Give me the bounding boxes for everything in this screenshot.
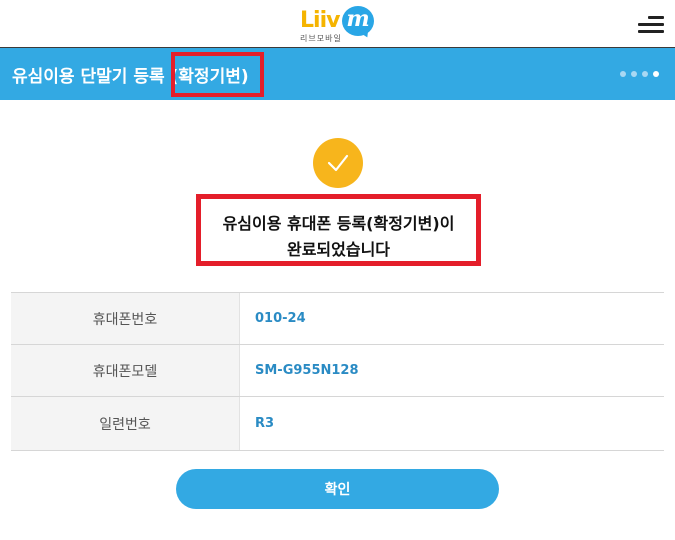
logo-wordmark: Liiv [300,8,341,33]
check-icon [327,154,349,172]
hamburger-menu-icon[interactable] [638,14,664,36]
logo-word-part1: Li [300,8,321,33]
logo-subtitle: 리브모바일 [300,34,342,43]
confirm-button[interactable]: 확인 [176,469,499,509]
row-value: SM-G955N128 [255,363,359,378]
completion-message-line1: 유심이용 휴대폰 등록(확정기변)이 [222,214,455,233]
liiv-m-logo[interactable]: Liiv m 리브모바일 [298,6,378,43]
step-dot [642,71,648,77]
table-row-serial-number: 일련번호 R3 [11,397,664,451]
logo-word-part2: iv [319,8,341,33]
step-indicator [620,71,664,79]
page-title-bar: 유심이용 단말기 등록 (확정기변) [0,47,675,100]
step-dot-active [653,71,659,77]
success-check-icon [313,138,363,188]
table-row-phone-model: 휴대폰모델 SM-G955N128 [11,345,664,397]
table-row-phone-number: 휴대폰번호 010-24 [11,293,664,345]
logo-letter: m [346,6,370,32]
row-label: 일련번호 [11,397,240,450]
step-dot [620,71,626,77]
row-value: R3 [255,416,275,431]
step-dot [631,71,637,77]
row-label: 휴대폰모델 [11,345,240,396]
device-info-table: 휴대폰번호 010-24 휴대폰모델 SM-G955N128 일련번호 R3 [11,292,664,451]
title-highlight-box [171,52,264,97]
top-header: Liiv m 리브모바일 [0,0,675,47]
completion-message-line2: 완료되었습니다 [286,240,391,259]
row-label: 휴대폰번호 [11,293,240,344]
row-value: 010-24 [255,311,306,326]
completion-message-highlight: 유심이용 휴대폰 등록(확정기변)이 완료되었습니다 [196,194,481,266]
